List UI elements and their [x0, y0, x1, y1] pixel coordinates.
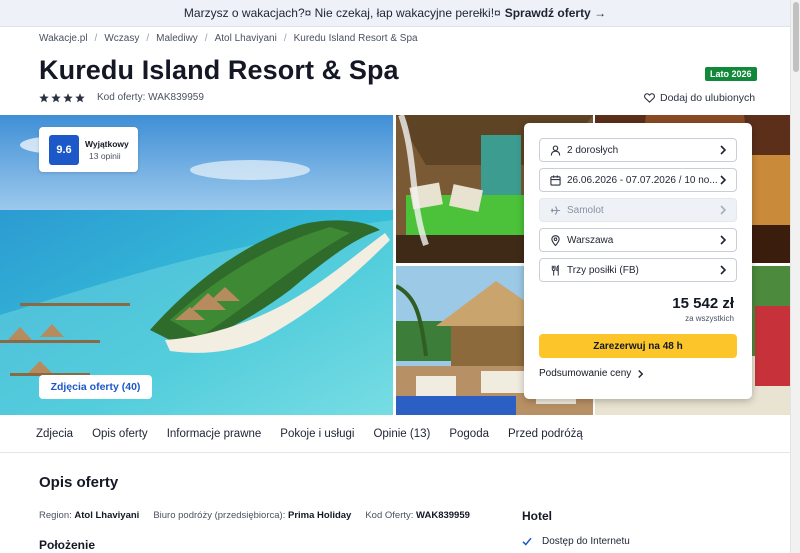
code-label: Kod Oferty: — [365, 510, 414, 521]
breadcrumb-separator: / — [204, 33, 208, 44]
dates-selector[interactable]: 26.06.2026 - 07.07.2026 / 10 no... — [539, 168, 737, 192]
departure-selector[interactable]: Warszawa — [539, 228, 737, 252]
chevron-right-icon — [720, 265, 727, 275]
tab-legal[interactable]: Informacje prawne — [167, 428, 262, 440]
travelers-selector[interactable]: 2 dorosłych — [539, 138, 737, 162]
checkmark-icon — [522, 537, 532, 546]
departure-value: Warszawa — [567, 234, 614, 246]
agency-value: Prima Holiday — [287, 510, 352, 521]
dates-value: 26.06.2026 - 07.07.2026 / 10 no... — [567, 174, 718, 186]
region-info: Region: Atol Lhaviyani — [39, 510, 139, 521]
breadcrumb-separator: / — [146, 33, 150, 44]
booking-panel: 2 dorosłych 26.06.2026 - 07.07.2026 / 10… — [524, 123, 752, 399]
chevron-right-icon — [720, 145, 727, 155]
star-icon — [75, 92, 85, 102]
chevron-right-icon — [720, 235, 727, 245]
offer-code: Kod oferty: WAK839959 — [97, 92, 204, 103]
breadcrumb-item[interactable]: Wczasy — [104, 33, 139, 44]
location-title: Położenie — [39, 538, 96, 552]
amenity-label: Dostęp do Internetu — [542, 536, 630, 547]
cutlery-icon — [549, 264, 561, 276]
location-pin-icon — [549, 234, 561, 246]
rating-label: Wyjątkowy — [85, 138, 129, 149]
add-to-favorites-button[interactable]: Dodaj do ulubionych — [644, 92, 755, 104]
transport-value: Samolot — [567, 204, 604, 216]
travelers-value: 2 dorosłych — [567, 144, 619, 156]
amenity-item: Dostęp do Internetu — [522, 536, 630, 547]
offer-meta: Region: Atol Lhaviyani Biuro podróży (pr… — [39, 510, 484, 521]
total-price: 15 542 zł — [672, 295, 734, 312]
tab-photos[interactable]: Zdjecia — [36, 428, 73, 440]
region-label: Region: — [39, 510, 72, 521]
code-value: WAK839959 — [416, 510, 470, 521]
page-title: Kuredu Island Resort & Spa — [39, 55, 399, 85]
promo-bar: Marzysz o wakacjach?¤ Nie czekaj, łap wa… — [0, 0, 790, 27]
scrollbar[interactable] — [790, 0, 800, 553]
heart-icon — [644, 93, 655, 103]
chevron-right-icon — [720, 175, 727, 185]
chevron-right-icon — [720, 205, 727, 215]
region-value: Atol Lhaviyani — [74, 510, 140, 521]
breadcrumb-item[interactable]: Wakacje.pl — [39, 33, 88, 44]
section-title: Opis oferty — [39, 474, 119, 491]
promo-text: Marzysz o wakacjach?¤ Nie czekaj, łap wa… — [183, 6, 501, 20]
price-note: za wszystkich — [685, 314, 734, 323]
season-badge: Lato 2026 — [705, 67, 757, 81]
board-value: Trzy posiłki (FB) — [567, 264, 639, 276]
photos-button[interactable]: Zdjęcia oferty (40) — [39, 375, 152, 399]
agency-label: Biuro podróży (przedsiębiorca): — [153, 510, 286, 521]
tab-before-travel[interactable]: Przed podróżą — [508, 428, 583, 440]
breadcrumb-item[interactable]: Atol Lhaviyani — [215, 33, 277, 44]
star-icon — [51, 92, 61, 102]
scrollbar-thumb[interactable] — [793, 2, 799, 72]
person-icon — [549, 144, 561, 156]
code-info: Kod Oferty: WAK839959 — [365, 510, 470, 521]
star-icon — [39, 92, 49, 102]
promo-cta-link[interactable]: Sprawdź oferty → — [505, 6, 606, 20]
agency-info: Biuro podróży (przedsiębiorca): Prima Ho… — [153, 510, 351, 521]
board-selector[interactable]: Trzy posiłki (FB) — [539, 258, 737, 282]
hotel-category-row: Kod oferty: WAK839959 — [39, 92, 204, 103]
transport-selector[interactable]: Samolot — [539, 198, 737, 222]
breadcrumb-separator: / — [283, 33, 287, 44]
chevron-right-icon — [638, 369, 644, 378]
offer-tabs: Zdjecia Opis oferty Informacje prawne Po… — [0, 415, 790, 453]
tab-weather[interactable]: Pogoda — [449, 428, 489, 440]
rating-count: 13 opinii — [89, 150, 121, 161]
book-button[interactable]: Zarezerwuj na 48 h — [539, 334, 737, 358]
tab-description[interactable]: Opis oferty — [92, 428, 148, 440]
hotel-stars — [39, 92, 85, 103]
tab-reviews[interactable]: Opinie (13) — [373, 428, 430, 440]
tab-rooms[interactable]: Pokoje i usługi — [280, 428, 354, 440]
price-summary-label: Podsumowanie ceny — [539, 368, 632, 379]
add-to-favorites-label: Dodaj do ulubionych — [660, 92, 756, 104]
star-icon — [63, 92, 73, 102]
price-summary-link[interactable]: Podsumowanie ceny — [539, 368, 644, 379]
plane-icon — [549, 204, 561, 216]
calendar-icon — [549, 174, 561, 186]
rating-card[interactable]: 9.6 Wyjątkowy 13 opinii — [39, 127, 138, 172]
breadcrumb-item[interactable]: Kuredu Island Resort & Spa — [294, 33, 418, 44]
breadcrumb-separator: / — [94, 33, 98, 44]
breadcrumb-item[interactable]: Malediwy — [156, 33, 198, 44]
breadcrumb: Wakacje.pl / Wczasy / Malediwy / Atol Lhavi… — [39, 33, 418, 44]
rating-score: 9.6 — [49, 134, 79, 165]
hotel-section-title: Hotel — [522, 509, 552, 523]
